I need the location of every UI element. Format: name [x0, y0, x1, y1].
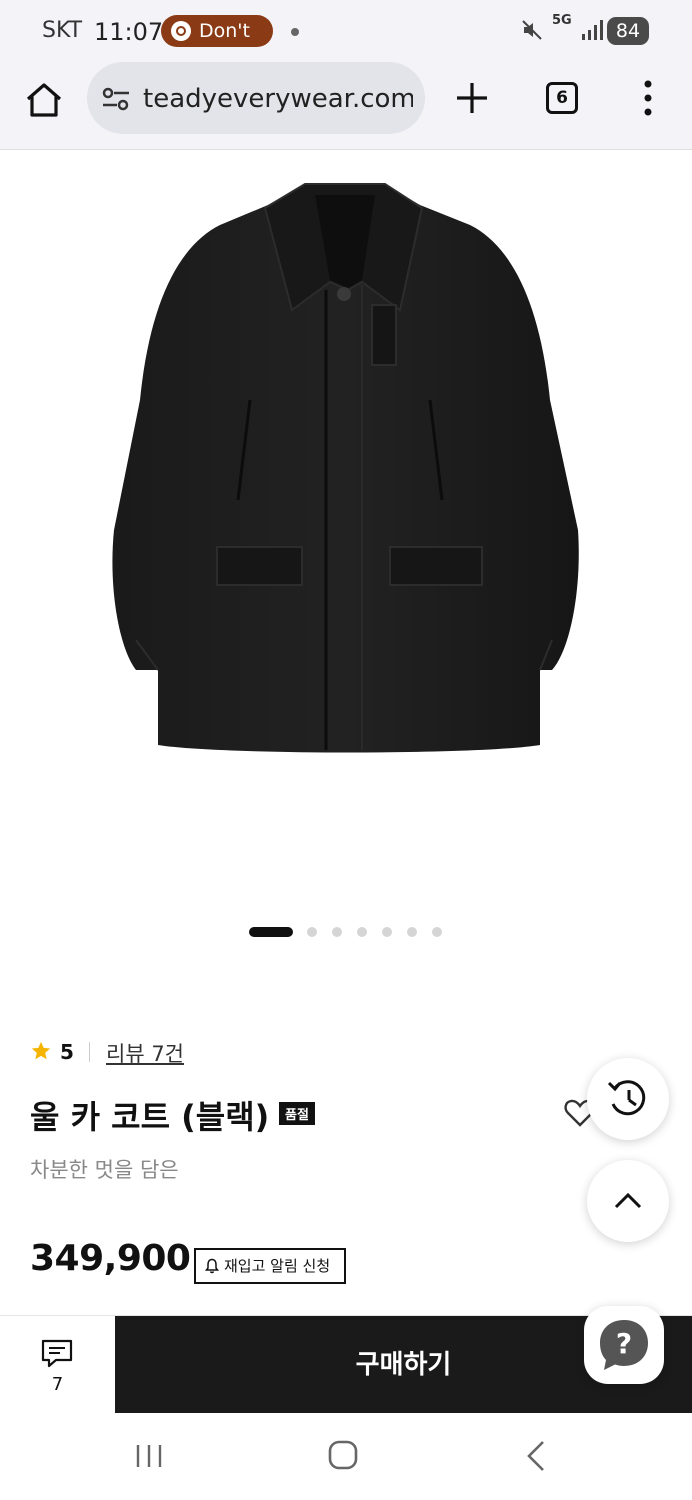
history-icon	[607, 1080, 646, 1116]
home-icon[interactable]	[22, 78, 66, 122]
chevron-up-icon	[614, 1192, 642, 1209]
notification-dot-icon	[291, 28, 299, 36]
url-text: teadyeverywear.com	[143, 84, 413, 114]
svg-text:?: ?	[616, 1327, 632, 1360]
carrier-label: SKT	[42, 18, 83, 43]
rating-value: 5	[60, 1040, 74, 1064]
chat-icon	[41, 1339, 73, 1368]
recent-apps-icon[interactable]	[134, 1443, 164, 1469]
recently-viewed-button[interactable]	[587, 1058, 669, 1140]
restock-alert-label: 재입고 알림 신청	[224, 1257, 331, 1275]
notification-pill-label: Don't	[199, 20, 250, 42]
star-icon	[31, 1041, 51, 1060]
inquiry-count: 7	[51, 1374, 64, 1395]
record-icon	[171, 21, 191, 41]
network-type-label: 5G	[552, 13, 572, 28]
signal-icon	[582, 20, 603, 40]
new-tab-icon[interactable]	[452, 78, 492, 118]
more-menu-icon[interactable]	[640, 78, 656, 118]
carousel-dot[interactable]	[432, 927, 442, 937]
carousel-dot[interactable]	[357, 927, 367, 937]
soldout-badge: 품절	[279, 1102, 315, 1125]
inquiry-button[interactable]: 7	[0, 1316, 115, 1414]
product-image[interactable]	[100, 170, 590, 770]
home-nav-icon[interactable]	[327, 1439, 359, 1471]
divider	[89, 1042, 90, 1062]
status-bar: SKT 11:07 Don't 5G 84	[0, 0, 692, 62]
back-nav-icon[interactable]	[524, 1439, 548, 1473]
product-price: 349,900	[30, 1238, 191, 1279]
carousel-dot[interactable]	[307, 927, 317, 937]
carousel-dot[interactable]	[407, 927, 417, 937]
mute-icon	[522, 20, 542, 40]
review-count-link[interactable]: 리뷰 7건	[106, 1038, 184, 1068]
carousel-dot[interactable]	[332, 927, 342, 937]
restock-alert-button[interactable]: 재입고 알림 신청	[194, 1248, 346, 1284]
scroll-to-top-button[interactable]	[587, 1160, 669, 1242]
bell-icon	[205, 1258, 219, 1274]
product-subtitle: 차분한 멋을 담은	[30, 1158, 179, 1182]
system-navigation-bar	[0, 1413, 692, 1500]
address-bar[interactable]: teadyeverywear.com	[87, 62, 425, 134]
carousel-dot-active[interactable]	[249, 927, 293, 937]
battery-indicator: 84	[607, 17, 649, 45]
browser-toolbar: teadyeverywear.com 6	[0, 62, 692, 150]
help-button[interactable]: ?	[584, 1306, 664, 1384]
carousel-dot[interactable]	[382, 927, 392, 937]
help-icon: ?	[600, 1320, 648, 1370]
site-settings-icon[interactable]	[101, 86, 131, 112]
clock: 11:07	[94, 18, 164, 46]
notification-pill[interactable]: Don't	[161, 15, 273, 47]
tab-switcher-button[interactable]: 6	[546, 82, 578, 114]
product-title: 울 카 코트 (블랙)	[30, 1098, 270, 1136]
